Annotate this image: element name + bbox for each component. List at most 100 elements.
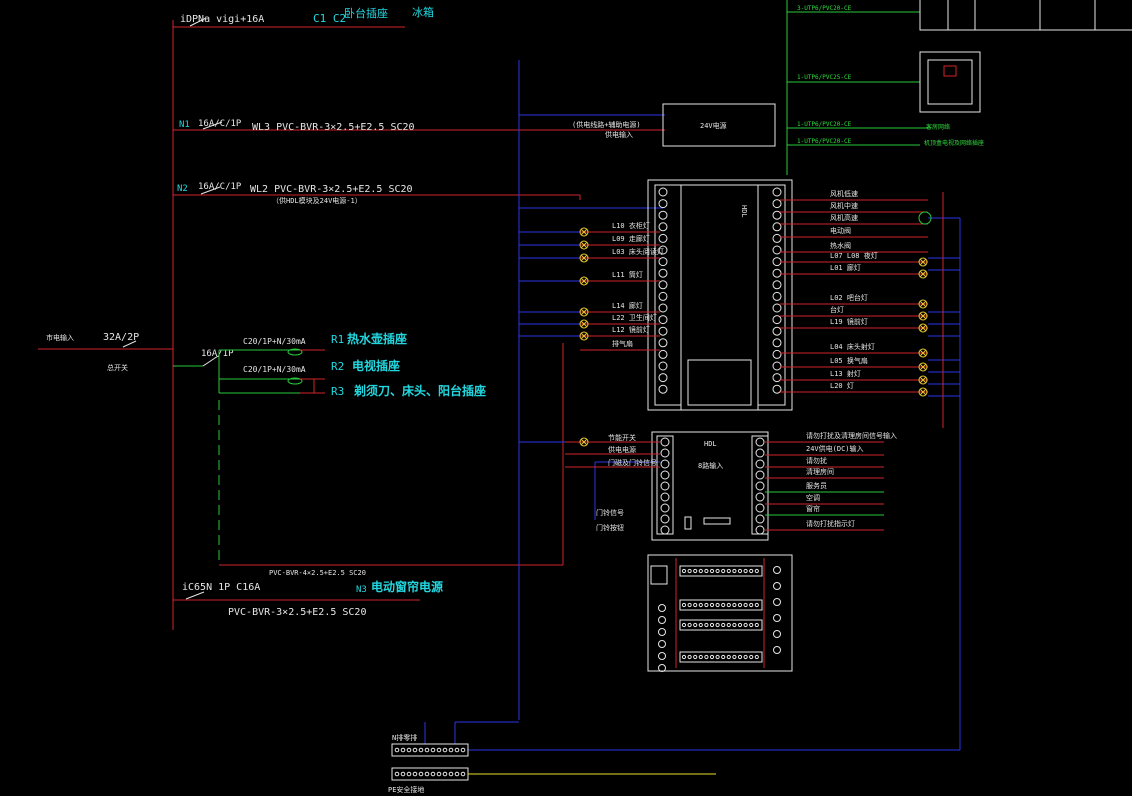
hdl1-right-terminal <box>772 257 782 267</box>
terminal-screw <box>681 622 687 628</box>
n2-tag: N2 <box>177 184 188 194</box>
terminal-screw <box>698 568 703 574</box>
hdl2-left-label: 门铃信号 <box>596 508 624 517</box>
hdl1-left-terminal <box>658 199 668 209</box>
hdl1-right-terminal <box>772 349 782 359</box>
n2-cable: WL2 PVC-BVR-3×2.5+E2.5 SC20 <box>250 184 413 195</box>
hdl2-right-terminal <box>755 470 765 480</box>
hdl2-right-label: 清理房间 <box>806 467 834 476</box>
terminal-block-left-terminal <box>658 616 666 624</box>
terminal-screw <box>749 602 754 608</box>
hdl1-right-terminal <box>772 222 782 232</box>
terminal-screw <box>732 568 737 574</box>
terminal-block-right-terminal <box>773 630 781 638</box>
rcd2-rating: C20/1P+N/30mA <box>243 365 306 374</box>
hdl1-right-terminal <box>772 187 782 197</box>
hdl1-right-terminal <box>772 210 782 220</box>
hdl1-right-terminal <box>772 199 782 209</box>
terminal-block-left-terminal <box>658 628 666 636</box>
terminal-block-left-terminal <box>658 652 666 660</box>
terminal-screw <box>737 602 743 608</box>
terminal-screw <box>721 622 726 628</box>
bus-screw <box>460 747 466 753</box>
terminal-block-left-terminal <box>658 664 666 672</box>
hdl1-left-terminal <box>658 384 668 394</box>
hdl2-right-terminal <box>755 503 765 513</box>
bus-screw <box>418 747 424 753</box>
main-breaker-rating: 32A/2P <box>103 332 139 343</box>
terminal-screw <box>726 654 731 660</box>
branch-top-extra: 冰箱 <box>412 5 434 19</box>
terminal-screw <box>726 622 731 628</box>
bus-screw <box>454 771 460 777</box>
bus-screw <box>436 771 442 777</box>
r1-tag: R1 <box>331 333 344 346</box>
hdl1-right-terminal <box>772 268 782 278</box>
bus-screw <box>424 771 430 777</box>
cable-3: 1-UTP6/PVC20-CE <box>797 121 852 128</box>
hdl1-right-terminal <box>772 326 782 336</box>
hdl1-left-terminal <box>658 349 668 359</box>
hdl1-right-terminal <box>772 315 782 325</box>
hdl2-left-terminal <box>660 470 670 480</box>
terminal-block-right-terminal <box>773 582 781 590</box>
hdl1-right-label: L19 镜前灯 <box>830 317 868 326</box>
terminal-screw <box>715 654 720 660</box>
n3-cable: PVC-BVR-3×2.5+E2.5 SC20 <box>228 607 366 618</box>
r3-label: 剃须刀、床头、阳台插座 <box>353 383 486 398</box>
bus-screw <box>448 747 454 753</box>
cable-note-2: 机顶盒电视及网络插座 <box>924 139 984 147</box>
bus-screw <box>406 771 412 777</box>
terminal-screw <box>698 622 703 628</box>
terminal-screw <box>704 622 709 628</box>
hdl1-left-terminal <box>658 268 668 278</box>
rcd-cable: PVC-BVR-4×2.5+E2.5 SC20 <box>269 569 366 577</box>
hdl2-left-label: 门磁及门铃信号 <box>608 458 657 467</box>
hdl1-right-terminal <box>772 291 782 301</box>
n3-label: 电动窗帘电源 <box>371 579 443 594</box>
terminal-screw <box>687 568 692 574</box>
terminal-screw <box>726 568 731 574</box>
hdl-relay-module: HDL <box>647 179 793 411</box>
terminal-screw <box>732 654 737 660</box>
terminal-screw <box>693 602 698 608</box>
bus-screw <box>412 747 418 753</box>
hdl1-right-label: L20 灯 <box>830 381 854 390</box>
n1-cable: WL3 PVC-BVR-3×2.5+E2.5 SC20 <box>252 122 415 133</box>
hdl2-left-terminal <box>660 525 670 535</box>
terminal-block-left-terminal <box>658 604 666 612</box>
branch-n3: iC65N 1P C16A N3 电动窗帘电源 PVC-BVR-3×2.5+E2… <box>173 579 443 618</box>
hdl1-left-terminal <box>658 338 668 348</box>
bus-screw <box>424 747 430 753</box>
hdl2-brand: HDL <box>704 440 717 448</box>
n2-note: （供HDL模块及24V电源-1） <box>272 196 362 205</box>
hdl1-right-label: 台灯 <box>830 305 844 314</box>
n1-breaker: 16A/C/1P <box>198 119 242 129</box>
cable-4: 1-UTP6/PVC20-CE <box>797 138 852 145</box>
n3-breaker: iC65N 1P C16A <box>182 582 260 593</box>
hdl1-right-label: 风机低速 <box>830 189 858 198</box>
r3-tag: R3 <box>331 385 344 398</box>
terminal-screw <box>737 654 743 660</box>
hdl1-left-terminal <box>658 233 668 243</box>
bus-screw <box>400 747 406 753</box>
n-bus-label: N排零排 <box>392 733 417 742</box>
terminal-screw <box>743 568 748 574</box>
terminal-screw <box>681 568 687 574</box>
hdl1-right-label: L05 换气扇 <box>830 356 868 365</box>
power-supply-in-1: (供电线路+辅助电源) <box>572 120 641 129</box>
hdl1-left-terminal <box>658 303 668 313</box>
hdl2-left-label: 门铃按钮 <box>596 523 624 532</box>
terminal-screw <box>721 654 726 660</box>
hdl1-left-terminal <box>658 280 668 290</box>
terminal-screw <box>681 602 687 608</box>
terminal-screw <box>749 654 754 660</box>
hdl1-left-terminal <box>658 315 668 325</box>
hdl2-left-label: 节能开关 <box>608 433 636 442</box>
bus-screw <box>418 771 424 777</box>
power-supply-in-2: 供电输入 <box>605 130 633 139</box>
terminal-screw <box>698 602 703 608</box>
terminal-screw <box>704 602 709 608</box>
bus-screw <box>400 771 406 777</box>
hdl2-right-label: 请勿打扰及清理房间信号输入 <box>806 431 897 440</box>
